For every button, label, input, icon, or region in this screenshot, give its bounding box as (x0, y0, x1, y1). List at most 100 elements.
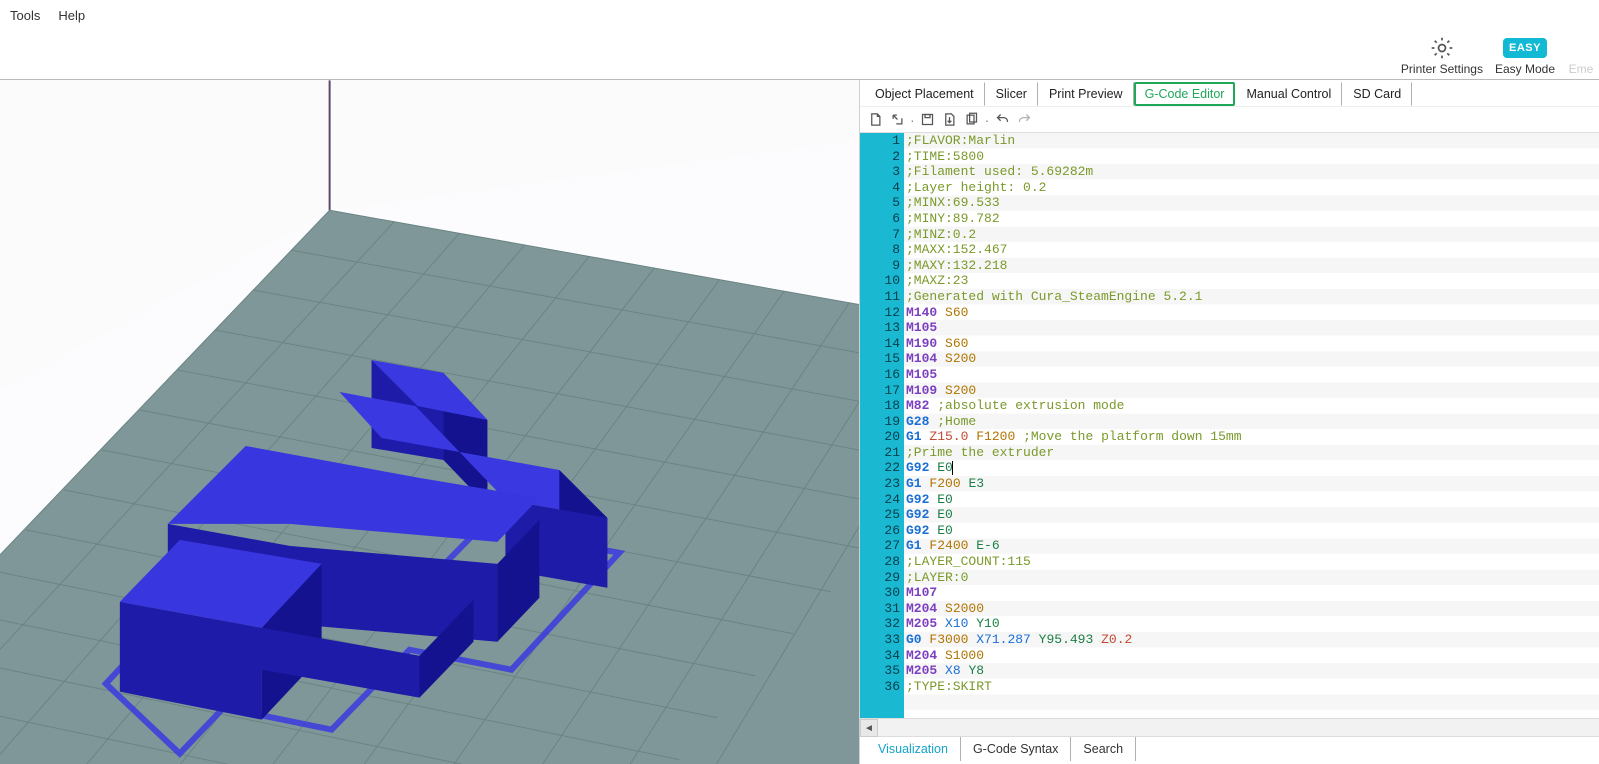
undo-icon[interactable] (993, 111, 1011, 129)
gutter-line: 16 (870, 367, 900, 383)
gutter-line: 32 (870, 616, 900, 632)
code-line[interactable]: ;TYPE:SKIRT (904, 679, 1599, 695)
code-line[interactable]: ;FLAVOR:Marlin (904, 133, 1599, 149)
gutter-line: 25 (870, 507, 900, 523)
menu-help[interactable]: Help (58, 8, 85, 23)
gutter-line: 15 (870, 351, 900, 367)
save-as-icon[interactable] (941, 111, 959, 129)
gutter-line: 12 (870, 305, 900, 321)
gutter-line: 29 (870, 570, 900, 586)
bottom-tab-search[interactable]: Search (1071, 737, 1136, 761)
code-line[interactable]: ;Generated with Cura_SteamEngine 5.2.1 (904, 289, 1599, 305)
placeholder-icon (1567, 34, 1595, 62)
menu-bar: Tools Help (0, 0, 1599, 30)
code-line[interactable]: M205 X8 Y8 (904, 663, 1599, 679)
editor-gutter: 1234567891011121314151617181920212223242… (860, 133, 904, 718)
code-line[interactable]: ;LAYER_COUNT:115 (904, 554, 1599, 570)
easy-mode-icon: EASY (1511, 34, 1539, 62)
bottom-tab-g-code-syntax[interactable]: G-Code Syntax (961, 737, 1071, 761)
gutter-line: 4 (870, 180, 900, 196)
code-line[interactable]: M204 S2000 (904, 601, 1599, 617)
tab-object-placement[interactable]: Object Placement (864, 82, 985, 106)
gutter-line: 14 (870, 336, 900, 352)
printer-settings-label: Printer Settings (1401, 62, 1483, 76)
gutter-line: 2 (870, 149, 900, 165)
code-line[interactable]: ;Prime the extruder (904, 445, 1599, 461)
code-line[interactable]: ;LAYER:0 (904, 570, 1599, 586)
gear-icon (1428, 34, 1456, 62)
panel-tabs: Object PlacementSlicerPrint PreviewG-Cod… (860, 80, 1599, 106)
gutter-line: 22 (870, 460, 900, 476)
open-external-icon[interactable] (888, 111, 906, 129)
eme-button: Eme (1567, 34, 1595, 76)
bottom-tab-visualization[interactable]: Visualization (866, 737, 961, 761)
gutter-line: 35 (870, 663, 900, 679)
code-line[interactable]: ;Layer height: 0.2 (904, 180, 1599, 196)
gutter-line: 36 (870, 679, 900, 695)
gutter-line: 5 (870, 195, 900, 211)
code-line[interactable]: M190 S60 (904, 336, 1599, 352)
code-line[interactable]: G92 E0 (904, 507, 1599, 523)
redo-icon[interactable] (1015, 111, 1033, 129)
menu-tools[interactable]: Tools (10, 8, 40, 23)
tab-print-preview[interactable]: Print Preview (1038, 82, 1134, 106)
gutter-line: 17 (870, 383, 900, 399)
code-line[interactable]: G0 F3000 X71.287 Y95.493 Z0.2 (904, 632, 1599, 648)
tab-sd-card[interactable]: SD Card (1342, 82, 1412, 106)
toolbar-separator: · (910, 112, 915, 128)
code-line[interactable]: G1 F200 E3 (904, 476, 1599, 492)
editor-code[interactable]: ;FLAVOR:Marlin;TIME:5800;Filament used: … (904, 133, 1599, 718)
code-line[interactable]: G92 E0 (904, 492, 1599, 508)
new-file-icon[interactable] (866, 111, 884, 129)
code-line[interactable]: ;MINZ:0.2 (904, 227, 1599, 243)
code-line[interactable]: G1 Z15.0 F1200 ;Move the platform down 1… (904, 429, 1599, 445)
gutter-line: 19 (870, 414, 900, 430)
gutter-line: 9 (870, 258, 900, 274)
scroll-left-button[interactable]: ◄ (860, 719, 878, 737)
3d-scene (0, 80, 859, 764)
code-line[interactable]: ;MAXZ:23 (904, 273, 1599, 289)
gutter-line: 34 (870, 648, 900, 664)
easy-mode-button[interactable]: EASY Easy Mode (1495, 34, 1555, 76)
code-line[interactable]: M205 X10 Y10 (904, 616, 1599, 632)
gutter-line: 27 (870, 538, 900, 554)
code-line[interactable]: ;Filament used: 5.69282m (904, 164, 1599, 180)
code-line[interactable]: M105 (904, 320, 1599, 336)
tab-manual-control[interactable]: Manual Control (1235, 82, 1342, 106)
code-line[interactable]: M105 (904, 367, 1599, 383)
code-line[interactable]: M204 S1000 (904, 648, 1599, 664)
code-line[interactable]: ;TIME:5800 (904, 149, 1599, 165)
printer-settings-button[interactable]: Printer Settings (1401, 34, 1483, 76)
gutter-line: 1 (870, 133, 900, 149)
code-line[interactable]: G1 F2400 E-6 (904, 538, 1599, 554)
tab-slicer[interactable]: Slicer (985, 82, 1038, 106)
code-line[interactable]: G92 E0 (904, 523, 1599, 539)
3d-viewport[interactable] (0, 80, 860, 764)
copy-icon[interactable] (963, 111, 981, 129)
code-line[interactable]: M109 S200 (904, 383, 1599, 399)
eme-label: Eme (1569, 62, 1594, 76)
editor-hscroll[interactable]: ◄ (860, 718, 1599, 736)
right-panel: Object PlacementSlicerPrint PreviewG-Cod… (860, 80, 1599, 764)
code-line[interactable]: ;MAXX:152.467 (904, 242, 1599, 258)
code-line[interactable]: M104 S200 (904, 351, 1599, 367)
editor-toolbar: · · (860, 106, 1599, 132)
code-line[interactable]: ;MINY:89.782 (904, 211, 1599, 227)
gutter-line: 33 (870, 632, 900, 648)
code-line[interactable]: M107 (904, 585, 1599, 601)
code-line[interactable]: M82 ;absolute extrusion mode (904, 398, 1599, 414)
code-line[interactable]: G28 ;Home (904, 414, 1599, 430)
gutter-line: 11 (870, 289, 900, 305)
code-line[interactable]: G92 E0 (904, 460, 1599, 476)
save-icon[interactable] (919, 111, 937, 129)
gutter-line: 18 (870, 398, 900, 414)
easy-badge: EASY (1503, 38, 1547, 58)
gutter-line: 26 (870, 523, 900, 539)
code-line[interactable]: M140 S60 (904, 305, 1599, 321)
gcode-editor[interactable]: 1234567891011121314151617181920212223242… (860, 132, 1599, 718)
code-line[interactable]: ;MAXY:132.218 (904, 258, 1599, 274)
gutter-line: 3 (870, 164, 900, 180)
tab-g-code-editor[interactable]: G-Code Editor (1134, 82, 1236, 106)
text-cursor (952, 461, 953, 475)
code-line[interactable]: ;MINX:69.533 (904, 195, 1599, 211)
